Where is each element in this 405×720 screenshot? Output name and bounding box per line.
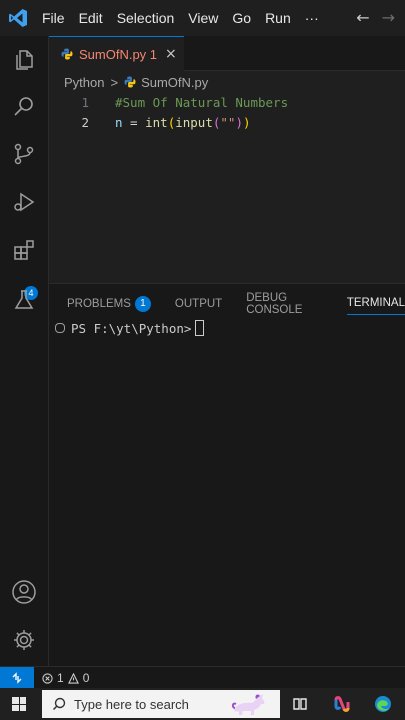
python-file-icon: [61, 48, 73, 60]
taskbar-search[interactable]: Type here to search: [42, 690, 280, 718]
warning-icon: [67, 672, 79, 684]
line-number: 2: [81, 114, 89, 130]
unicorn-illustration-icon: [231, 694, 265, 715]
breadcrumb-folder[interactable]: Python: [64, 75, 104, 90]
error-icon: [42, 672, 53, 684]
tab-debug-console[interactable]: DEBUG CONSOLE: [246, 291, 323, 316]
accounts-icon[interactable]: [10, 578, 38, 606]
tab-close-icon[interactable]: ×: [165, 46, 177, 62]
terminal-line[interactable]: PS F:\yt\Python>: [55, 320, 205, 336]
extensions-icon[interactable]: [10, 236, 38, 264]
code-line: 2 n = int(input("")): [49, 112, 405, 132]
tab-output[interactable]: OUTPUT: [175, 293, 222, 315]
tab-problems-label: PROBLEMS: [67, 297, 131, 310]
warning-count: 0: [82, 671, 90, 685]
tab-problems[interactable]: PROBLEMS 1: [67, 293, 151, 315]
tab-output-label: OUTPUT: [174, 297, 223, 310]
tab-label: SumOfN.py 1: [79, 46, 158, 62]
editor-tabs: SumOfN.py 1 ×: [49, 36, 405, 71]
edge-browser-icon[interactable]: [373, 694, 393, 714]
terminal-decoration-icon: [55, 323, 65, 333]
breadcrumb-file[interactable]: SumOfN.py: [141, 75, 208, 90]
code-text: n = int(input("")): [115, 114, 251, 130]
terminal-prompt: PS F:\yt\Python>: [71, 320, 192, 336]
tab-terminal-label: TERMINAL: [346, 297, 405, 309]
tab-terminal[interactable]: TERMINAL: [346, 292, 405, 315]
status-bar: 1 0: [0, 666, 405, 689]
copilot-icon[interactable]: [332, 694, 352, 714]
terminal-cursor: [195, 320, 205, 336]
tab-debug-console-label: DEBUG CONSOLE: [246, 291, 303, 316]
tab-sumofn-py[interactable]: SumOfN.py 1 ×: [49, 36, 184, 71]
forward-arrow-icon[interactable]: →: [382, 8, 395, 27]
menu-selection[interactable]: Selection: [117, 10, 175, 26]
bottom-panel: PROBLEMS 1 OUTPUT DEBUG CONSOLE TERMINAL…: [49, 283, 405, 667]
windows-taskbar: Type here to search: [0, 688, 405, 720]
search-icon: [52, 697, 66, 711]
problems-badge: 1: [134, 295, 151, 312]
source-control-icon[interactable]: [10, 140, 38, 168]
title-bar: File Edit Selection View Go Run ··· ← →: [0, 0, 405, 36]
remote-icon[interactable]: [0, 667, 34, 689]
testing-icon[interactable]: [10, 286, 38, 314]
search-placeholder: Type here to search: [74, 696, 189, 712]
menu-more[interactable]: ···: [305, 10, 319, 26]
menu-edit[interactable]: Edit: [79, 10, 103, 26]
menu-go[interactable]: Go: [232, 10, 251, 26]
back-arrow-icon[interactable]: ←: [356, 8, 369, 27]
panel-tabs: PROBLEMS 1 OUTPUT DEBUG CONSOLE TERMINAL: [67, 291, 405, 316]
breadcrumb: Python > SumOfN.py: [64, 72, 208, 92]
windows-start-icon[interactable]: [12, 697, 26, 711]
vscode-logo-icon: [9, 9, 27, 27]
nav-arrows: ← →: [356, 8, 395, 27]
activity-bar: 4: [0, 36, 49, 666]
line-number: 1: [81, 94, 89, 110]
menu-view[interactable]: View: [188, 10, 218, 26]
python-file-icon: [124, 76, 136, 88]
menu-file[interactable]: File: [42, 10, 65, 26]
menu-run[interactable]: Run: [265, 10, 291, 26]
task-view-icon[interactable]: [290, 694, 310, 714]
code-line: 1 #Sum Of Natural Numbers: [49, 92, 405, 112]
run-debug-icon[interactable]: [10, 188, 38, 216]
search-icon[interactable]: [10, 92, 38, 120]
code-text: #Sum Of Natural Numbers: [115, 94, 289, 110]
problems-status[interactable]: 1 0: [42, 671, 89, 685]
code-editor[interactable]: 1 #Sum Of Natural Numbers 2 n = int(inpu…: [49, 92, 405, 282]
settings-gear-icon[interactable]: [10, 626, 38, 654]
error-count: 1: [57, 671, 64, 685]
breadcrumb-separator: >: [110, 74, 119, 90]
explorer-icon[interactable]: [10, 46, 38, 74]
